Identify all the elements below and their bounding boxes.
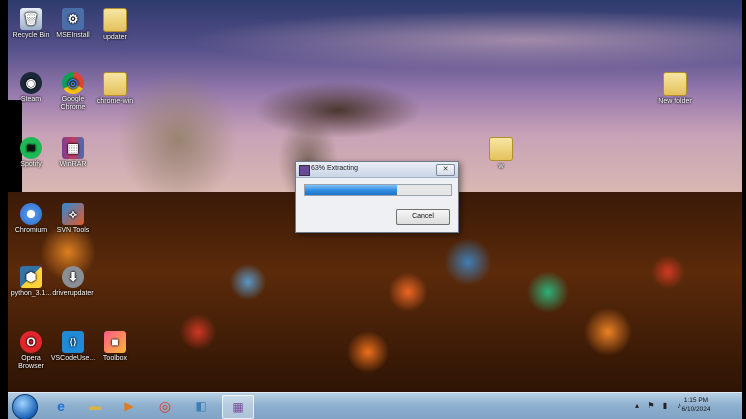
desktop-icon-mseinstall[interactable]: ⚙ MSEInstall xyxy=(50,8,96,40)
desktop-icon-label: Spotify xyxy=(20,161,42,168)
progress-fill xyxy=(305,185,397,195)
chromium-icon xyxy=(20,203,42,225)
python-icon: ⬢ xyxy=(20,266,42,288)
desktop: 🗑 Recycle Bin ⚙ MSEInstall updater ◉ Ste… xyxy=(8,0,742,419)
desktop-icon-winrar[interactable]: ▦ WinRAR xyxy=(50,137,96,169)
internet-explorer-icon: e xyxy=(57,398,65,414)
winrar-icon xyxy=(299,165,310,176)
desktop-icon-label: Recycle Bin xyxy=(12,32,50,39)
chrome-icon: ◎ xyxy=(158,397,172,414)
chrome-icon: ◎ xyxy=(62,72,84,94)
desktop-icon-opera[interactable]: O Opera Browser xyxy=(8,331,54,371)
desktop-icon-label: chrome-win xyxy=(96,98,134,105)
desktop-icon-chromium[interactable]: Chromium xyxy=(8,203,54,235)
installer-icon: ⚙ xyxy=(62,8,84,30)
desktop-icon-w[interactable]: w xyxy=(478,137,524,171)
desktop-icon-label: Toolbox xyxy=(102,355,128,362)
desktop-icon-google-chrome[interactable]: ◎ Google Chrome xyxy=(50,72,96,112)
desktop-icon-label: VSCodeUse... xyxy=(50,355,96,362)
desktop-icon-svn-tools[interactable]: ⟡ SVN Tools xyxy=(50,203,96,235)
desktop-icon-label: Google Chrome xyxy=(60,96,86,111)
winrar-icon: ▦ xyxy=(62,137,84,159)
download-icon: ⬇ xyxy=(62,266,84,288)
dialog-titlebar[interactable]: 63% Extracting ✕ xyxy=(296,162,458,178)
wallpaper-cloud xyxy=(188,10,742,70)
taskbar-chrome[interactable]: ◎ xyxy=(150,395,180,417)
desktop-icon-label: updater xyxy=(103,34,127,41)
app-window-icon: ◧ xyxy=(195,399,207,413)
desktop-icon-new-folder[interactable]: New folder xyxy=(652,72,698,106)
folder-icon xyxy=(489,137,513,161)
folder-icon xyxy=(663,72,687,96)
file-explorer-icon: ▬ xyxy=(89,399,101,413)
close-button[interactable]: ✕ xyxy=(436,164,455,176)
desktop-icon-label: driverupdater xyxy=(52,290,94,297)
dialog-title: 63% Extracting xyxy=(311,165,359,172)
recycle-bin-icon: 🗑 xyxy=(20,8,42,30)
desktop-icon-label: SVN Tools xyxy=(56,227,90,234)
desktop-icon-label: Steam xyxy=(20,96,42,103)
clock-date: 6/10/2024 xyxy=(681,406,711,413)
toolbox-icon: ■ xyxy=(104,331,126,353)
taskbar: e ▬ ▶ ◎ ◧ ▦ ▴ ⚑ ▮ ♪ 1:15 PM 6/10/2024 xyxy=(8,392,742,419)
network-icon[interactable]: ▮ xyxy=(660,401,670,411)
flag-icon[interactable]: ⚑ xyxy=(646,401,656,411)
desktop-icon-recycle-bin[interactable]: 🗑 Recycle Bin xyxy=(8,8,54,40)
desktop-icon-spotify[interactable]: ≋ Spotify xyxy=(8,137,54,169)
svn-icon: ⟡ xyxy=(62,203,84,225)
desktop-icon-label: python_3.1... xyxy=(10,290,52,297)
desktop-icon-label: WinRAR xyxy=(59,161,87,168)
taskbar-explorer[interactable]: ▬ xyxy=(80,395,110,417)
extract-dialog: 63% Extracting ✕ Cancel xyxy=(295,161,459,233)
media-player-icon: ▶ xyxy=(124,399,134,413)
clock[interactable]: 1:15 PM 6/10/2024 xyxy=(674,396,718,414)
desktop-icon-chrome-win[interactable]: chrome-win xyxy=(92,72,138,106)
desktop-icon-steam[interactable]: ◉ Steam xyxy=(8,72,54,104)
desktop-icon-driverupdater[interactable]: ⬇ driverupdater xyxy=(50,266,96,298)
taskbar-ie[interactable]: e xyxy=(46,395,76,417)
winrar-icon: ▦ xyxy=(232,400,244,414)
spotify-icon: ≋ xyxy=(20,137,42,159)
opera-icon: O xyxy=(20,331,42,353)
taskbar-app[interactable]: ◧ xyxy=(186,395,216,417)
desktop-icon-toolbox[interactable]: ■ Toolbox xyxy=(92,331,138,363)
desktop-icon-updater[interactable]: updater xyxy=(92,8,138,42)
taskbar-media-player[interactable]: ▶ xyxy=(114,395,144,417)
taskbar-winrar[interactable]: ▦ xyxy=(222,395,254,419)
extract-progress-bar xyxy=(304,184,452,196)
steam-icon: ◉ xyxy=(20,72,42,94)
start-button[interactable] xyxy=(12,394,38,419)
desktop-icon-label: MSEInstall xyxy=(56,32,90,39)
folder-icon xyxy=(103,8,127,32)
tray-arrow-icon[interactable]: ▴ xyxy=(632,401,642,411)
desktop-icon-label: w xyxy=(498,163,504,170)
desktop-icon-label: New folder xyxy=(658,98,692,105)
folder-icon xyxy=(103,72,127,96)
clock-time: 1:15 PM xyxy=(683,397,709,404)
desktop-icon-vscode[interactable]: ⟨⟩ VSCodeUse... xyxy=(50,331,96,363)
desktop-icon-label: Chromium xyxy=(14,227,48,234)
vscode-icon: ⟨⟩ xyxy=(62,331,84,353)
desktop-icon-label: Opera Browser xyxy=(18,355,44,370)
cancel-button[interactable]: Cancel xyxy=(396,209,450,225)
desktop-icon-python[interactable]: ⬢ python_3.1... xyxy=(8,266,54,298)
